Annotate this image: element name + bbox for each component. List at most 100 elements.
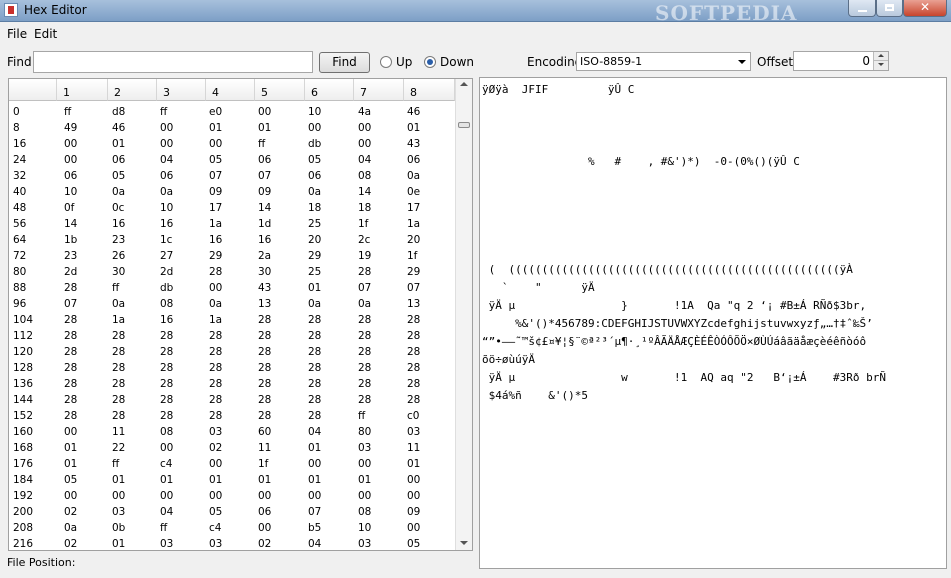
hex-byte-cell[interactable]: 16 bbox=[160, 218, 173, 230]
hex-byte-cell[interactable]: 07 bbox=[64, 298, 77, 310]
table-row[interactable]: 136 28 28 28 28 28 28 28 28 bbox=[9, 376, 455, 392]
table-row[interactable]: 184 05 01 01 01 01 01 01 00 bbox=[9, 472, 455, 488]
hex-byte-cell[interactable]: 0f bbox=[64, 202, 74, 214]
hex-byte-cell[interactable]: 16 bbox=[160, 314, 173, 326]
hex-byte-cell[interactable]: 0b bbox=[112, 522, 125, 534]
hex-byte-cell[interactable]: 07 bbox=[358, 282, 371, 294]
hex-byte-cell[interactable]: 0a bbox=[112, 298, 125, 310]
hex-byte-cell[interactable]: 28 bbox=[407, 314, 420, 326]
hex-byte-cell[interactable]: 80 bbox=[358, 426, 371, 438]
hex-byte-cell[interactable]: 00 bbox=[64, 426, 77, 438]
hex-byte-cell[interactable]: 00 bbox=[358, 458, 371, 470]
hex-byte-cell[interactable]: 1f bbox=[407, 250, 417, 262]
hex-byte-cell[interactable]: 02 bbox=[64, 538, 77, 550]
table-row[interactable]: 104 28 1a 16 1a 28 28 28 28 bbox=[9, 312, 455, 328]
hex-byte-cell[interactable]: 05 bbox=[112, 170, 125, 182]
table-row[interactable]: 120 28 28 28 28 28 28 28 28 bbox=[9, 344, 455, 360]
hex-byte-cell[interactable]: 01 bbox=[112, 474, 125, 486]
hex-byte-cell[interactable]: 28 bbox=[407, 394, 420, 406]
hex-byte-cell[interactable]: 28 bbox=[160, 362, 173, 374]
hex-byte-cell[interactable]: 09 bbox=[209, 186, 222, 198]
hex-byte-cell[interactable]: 28 bbox=[407, 330, 420, 342]
hex-byte-cell[interactable]: 13 bbox=[407, 298, 420, 310]
hex-byte-cell[interactable]: 01 bbox=[407, 458, 420, 470]
hex-byte-cell[interactable]: 28 bbox=[209, 394, 222, 406]
hex-byte-cell[interactable]: 2c bbox=[358, 234, 370, 246]
hex-byte-cell[interactable]: 28 bbox=[209, 330, 222, 342]
hex-byte-cell[interactable]: 04 bbox=[308, 426, 321, 438]
hex-byte-cell[interactable]: 28 bbox=[308, 394, 321, 406]
table-row[interactable]: 96 07 0a 08 0a 13 0a 0a 13 bbox=[9, 296, 455, 312]
hex-byte-cell[interactable]: 28 bbox=[209, 266, 222, 278]
hex-byte-cell[interactable]: 0a bbox=[308, 298, 321, 310]
hex-byte-cell[interactable]: 28 bbox=[407, 362, 420, 374]
hex-byte-cell[interactable]: 19 bbox=[358, 250, 371, 262]
hex-byte-cell[interactable]: 23 bbox=[64, 250, 77, 262]
column-header[interactable]: 4 bbox=[206, 79, 255, 101]
hex-byte-cell[interactable]: 00 bbox=[160, 490, 173, 502]
hex-byte-cell[interactable]: 28 bbox=[258, 362, 271, 374]
hex-byte-cell[interactable]: 0c bbox=[112, 202, 124, 214]
hex-byte-cell[interactable]: 08 bbox=[160, 298, 173, 310]
table-row[interactable]: 216 02 01 03 03 02 04 03 05 bbox=[9, 536, 455, 550]
hex-byte-cell[interactable]: 05 bbox=[64, 474, 77, 486]
hex-byte-cell[interactable]: 22 bbox=[112, 442, 125, 454]
hex-byte-cell[interactable]: 0a bbox=[160, 186, 173, 198]
hex-byte-cell[interactable]: 00 bbox=[407, 490, 420, 502]
hex-byte-cell[interactable]: 03 bbox=[358, 538, 371, 550]
hex-byte-cell[interactable]: 00 bbox=[64, 138, 77, 150]
hex-byte-cell[interactable]: 01 bbox=[358, 474, 371, 486]
hex-byte-cell[interactable]: 28 bbox=[358, 378, 371, 390]
hex-byte-cell[interactable]: 01 bbox=[258, 474, 271, 486]
table-row[interactable]: 48 0f 0c 10 17 14 18 18 17 bbox=[9, 200, 455, 216]
hex-byte-cell[interactable]: 28 bbox=[308, 346, 321, 358]
find-input[interactable] bbox=[33, 51, 313, 73]
hex-byte-cell[interactable]: 28 bbox=[112, 378, 125, 390]
hex-byte-cell[interactable]: 28 bbox=[209, 410, 222, 422]
column-header[interactable]: 6 bbox=[305, 79, 354, 101]
hex-byte-cell[interactable]: 09 bbox=[407, 506, 420, 518]
hex-byte-cell[interactable]: c0 bbox=[407, 410, 419, 422]
hex-byte-cell[interactable]: ff bbox=[160, 106, 167, 118]
table-row[interactable]: 176 01 ff c4 00 1f 00 00 01 bbox=[9, 456, 455, 472]
hex-byte-cell[interactable]: 08 bbox=[358, 170, 371, 182]
hex-byte-cell[interactable]: 01 bbox=[64, 442, 77, 454]
hex-byte-cell[interactable]: 28 bbox=[209, 362, 222, 374]
hex-byte-cell[interactable]: db bbox=[308, 138, 321, 150]
hex-byte-cell[interactable]: 20 bbox=[308, 234, 321, 246]
hex-byte-cell[interactable]: ff bbox=[258, 138, 265, 150]
hex-byte-cell[interactable]: 28 bbox=[112, 394, 125, 406]
hex-byte-cell[interactable]: 0a bbox=[209, 298, 222, 310]
table-row[interactable]: 8 49 46 00 01 01 00 00 01 bbox=[9, 120, 455, 136]
down-radio[interactable] bbox=[424, 56, 436, 68]
hex-byte-cell[interactable]: 28 bbox=[308, 314, 321, 326]
table-row[interactable]: 144 28 28 28 28 28 28 28 28 bbox=[9, 392, 455, 408]
hex-byte-cell[interactable]: 01 bbox=[64, 458, 77, 470]
hex-byte-cell[interactable]: 00 bbox=[258, 522, 271, 534]
hex-byte-cell[interactable]: 1a bbox=[209, 314, 222, 326]
table-row[interactable]: 160 00 11 08 03 60 04 80 03 bbox=[9, 424, 455, 440]
hex-byte-cell[interactable]: ff bbox=[112, 458, 119, 470]
hex-byte-cell[interactable]: ff bbox=[64, 106, 71, 118]
hex-byte-cell[interactable]: 00 bbox=[209, 458, 222, 470]
hex-byte-cell[interactable]: 0a bbox=[308, 186, 321, 198]
hex-byte-cell[interactable]: 0a bbox=[358, 298, 371, 310]
hex-vertical-scrollbar[interactable] bbox=[455, 79, 472, 550]
scroll-thumb[interactable] bbox=[458, 122, 470, 128]
hex-byte-cell[interactable]: 28 bbox=[64, 330, 77, 342]
hex-byte-cell[interactable]: 08 bbox=[358, 506, 371, 518]
hex-byte-cell[interactable]: 28 bbox=[160, 346, 173, 358]
hex-byte-cell[interactable]: 11 bbox=[258, 442, 271, 454]
hex-byte-cell[interactable]: 01 bbox=[407, 122, 420, 134]
hex-byte-cell[interactable]: 28 bbox=[258, 330, 271, 342]
column-header[interactable]: 3 bbox=[157, 79, 206, 101]
hex-byte-cell[interactable]: 07 bbox=[407, 282, 420, 294]
hex-byte-cell[interactable]: 0e bbox=[407, 186, 420, 198]
text-view[interactable]: ÿØÿà JFIF ÿÛ C % # , #&')*) -0-(0%()(ÿÛ … bbox=[479, 77, 947, 569]
table-row[interactable]: 168 01 22 00 02 11 01 03 11 bbox=[9, 440, 455, 456]
hex-byte-cell[interactable]: 07 bbox=[258, 170, 271, 182]
hex-byte-cell[interactable]: 03 bbox=[407, 426, 420, 438]
table-row[interactable]: 56 14 16 16 1a 1d 25 1f 1a bbox=[9, 216, 455, 232]
column-header[interactable]: 5 bbox=[255, 79, 305, 101]
hex-byte-cell[interactable]: 04 bbox=[308, 538, 321, 550]
